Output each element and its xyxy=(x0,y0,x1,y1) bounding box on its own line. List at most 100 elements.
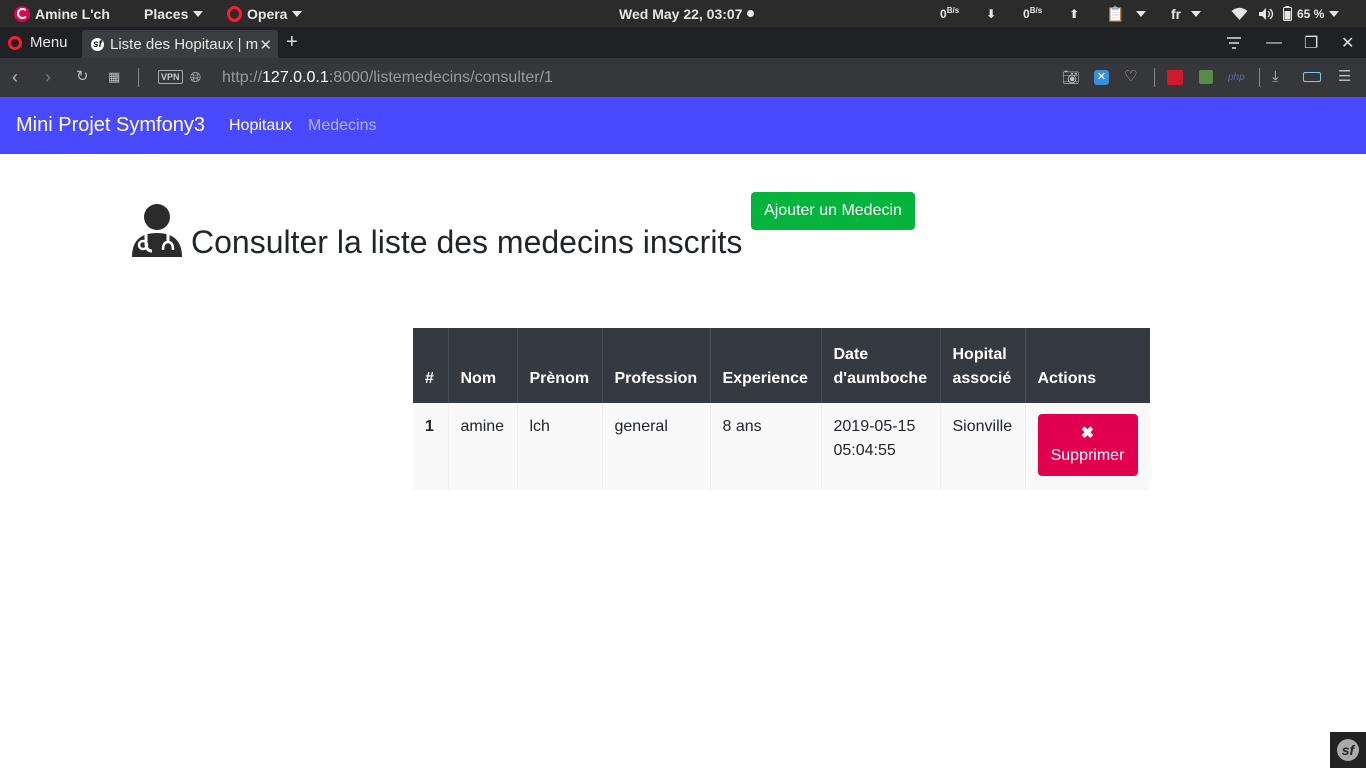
restore-icon: ❐ xyxy=(1304,34,1319,52)
symfony-favicon-icon: sf xyxy=(91,37,104,51)
cell-experience: 8 ans xyxy=(710,403,822,490)
header-experience: Experience xyxy=(710,328,822,403)
language-label: fr xyxy=(1171,5,1182,22)
globe-icon[interactable]: 🌐︎ xyxy=(190,68,201,86)
caret-down-icon xyxy=(1329,10,1340,17)
browser-tab-bar: Menu sf Liste des Hopitaux | m ✕ + — ❐ ✕ xyxy=(0,27,1366,58)
upload-arrow-icon: ⬆ xyxy=(1069,6,1080,21)
clock[interactable]: Wed May 22, 03:07 xyxy=(619,0,755,27)
camera-icon[interactable]: 📷︎ xyxy=(1062,68,1080,86)
battery-icon xyxy=(1283,6,1292,21)
net-down-value: 0 xyxy=(940,7,947,21)
notification-dot-icon xyxy=(747,10,755,17)
header-id: # xyxy=(413,328,449,403)
download-icon[interactable]: ⤓ xyxy=(1272,68,1279,86)
net-down-indicator: 0B/s ⬇ xyxy=(940,0,996,27)
user-doctor-icon xyxy=(132,204,182,257)
header-hopital: Hopital associé xyxy=(940,328,1026,403)
clipboard-menu[interactable]: 📋 xyxy=(1106,0,1146,27)
system-top-bar: Amine L'ch Places Opera Wed May 22, 03:0… xyxy=(0,0,1366,27)
header-actions: Actions xyxy=(1025,328,1150,403)
close-window-button[interactable]: ✕ xyxy=(1341,27,1354,58)
nav-link-medecins[interactable]: Medecins xyxy=(308,117,376,135)
cell-date: 2019-05-15 05:04:55 xyxy=(821,403,941,490)
cell-date-day: 2019-05-15 xyxy=(833,418,916,435)
forward-icon[interactable]: › xyxy=(45,68,51,86)
clipboard-icon: 📋 xyxy=(1106,5,1125,23)
new-tab-button[interactable]: + xyxy=(286,31,298,54)
system-status-menu[interactable]: 65 % xyxy=(1231,0,1340,27)
caret-down-icon xyxy=(1135,10,1146,17)
app-menu[interactable]: Opera xyxy=(227,0,303,27)
net-down-unit: B/s xyxy=(946,6,960,15)
net-up-indicator: 0B/s ⬆ xyxy=(1023,0,1079,27)
language-menu[interactable]: fr xyxy=(1171,0,1202,27)
minimize-icon: — xyxy=(1266,33,1282,51)
user-name: Amine L'ch xyxy=(35,5,110,22)
close-icon: ✕ xyxy=(1341,34,1355,52)
debian-logo-icon xyxy=(14,5,30,22)
header-date: Date d'aumboche xyxy=(821,328,941,403)
url-host: 127.0.0.1 xyxy=(262,68,329,86)
symfony-logo-icon: sf xyxy=(1337,739,1359,761)
cell-actions: ✖ Supprimer xyxy=(1025,403,1150,490)
times-icon: ✖ xyxy=(1080,425,1095,442)
download-arrow-icon: ⬇ xyxy=(986,6,997,21)
caret-down-icon xyxy=(193,10,204,17)
symfony-debug-toolbar-toggle[interactable]: sf xyxy=(1330,732,1366,768)
nav-link-hopitaux[interactable]: Hopitaux xyxy=(229,117,292,135)
opera-logo-icon xyxy=(227,5,242,22)
app-name: Opera xyxy=(247,5,288,22)
delete-button[interactable]: ✖ Supprimer xyxy=(1037,414,1138,476)
medecins-table: # Nom Prènom Profession Experience Date … xyxy=(413,328,1150,490)
battery-saver-icon[interactable] xyxy=(1303,72,1321,82)
add-medecin-button[interactable]: Ajouter un Medecin xyxy=(751,192,915,230)
extension-red-icon[interactable] xyxy=(1167,70,1183,85)
places-label: Places xyxy=(144,5,189,22)
cell-hopital: Sionville xyxy=(940,403,1026,490)
address-bar: ‹ › ↻ ▦ VPN 🌐︎ http:// 127.0.0.1 :8000/l… xyxy=(0,58,1366,97)
minimize-button[interactable]: — xyxy=(1266,27,1282,58)
places-menu[interactable]: Places xyxy=(144,0,204,27)
adblock-shield-icon[interactable]: ✕ xyxy=(1094,70,1109,85)
header-profession: Profession xyxy=(602,328,711,403)
speed-dial-icon[interactable]: ▦ xyxy=(108,68,120,86)
table-header-row: # Nom Prènom Profession Experience Date … xyxy=(413,328,1150,403)
back-icon[interactable]: ‹ xyxy=(12,68,18,86)
tab-menu-button[interactable] xyxy=(1226,27,1242,58)
page-title: Consulter la liste des medecins inscrits xyxy=(191,224,743,260)
delete-label: Supprimer xyxy=(1050,447,1125,464)
url-path: :8000/listemedecins/consulter/1 xyxy=(328,68,553,86)
user-menu[interactable]: Amine L'ch xyxy=(14,0,110,27)
cell-date-time: 05:04:55 xyxy=(833,442,896,459)
caret-down-icon xyxy=(1191,10,1202,17)
cell-id: 1 xyxy=(413,403,449,490)
easy-setup-icon[interactable]: ☰ xyxy=(1338,68,1351,86)
opera-menu-button[interactable]: Menu xyxy=(8,27,68,58)
caret-down-icon xyxy=(292,10,303,17)
navbar-brand[interactable]: Mini Projet Symfony3 xyxy=(16,114,205,137)
wifi-icon xyxy=(1231,7,1248,20)
extension-cube-icon[interactable] xyxy=(1199,70,1213,84)
heart-icon[interactable]: ♡ xyxy=(1124,68,1137,86)
site-navbar: Mini Projet Symfony3 Hopitaux Medecins xyxy=(0,97,1366,154)
net-up-value: 0 xyxy=(1023,7,1030,21)
header-prenom: Prènom xyxy=(517,328,603,403)
vpn-badge[interactable]: VPN xyxy=(158,70,183,84)
tab-list-icon xyxy=(1227,36,1241,49)
clock-text: Wed May 22, 03:07 xyxy=(619,5,743,22)
url-prefix: http:// xyxy=(222,68,263,86)
opera-menu-label: Menu xyxy=(30,34,68,51)
php-extension-icon[interactable]: php xyxy=(1228,69,1245,87)
browser-tab-active[interactable]: sf Liste des Hopitaux | m ✕ xyxy=(82,30,278,58)
cell-profession: general xyxy=(602,403,711,490)
net-up-unit: B/s xyxy=(1029,6,1043,15)
cell-prenom: lch xyxy=(517,403,603,490)
url-field[interactable]: http:// 127.0.0.1 :8000/listemedecins/co… xyxy=(222,58,553,97)
tab-close-icon[interactable]: ✕ xyxy=(259,36,272,54)
reload-icon[interactable]: ↻ xyxy=(76,68,89,86)
restore-button[interactable]: ❐ xyxy=(1304,27,1318,58)
header-nom: Nom xyxy=(448,328,518,403)
table-row: 1 amine lch general 8 ans 2019-05-15 05:… xyxy=(413,403,1150,490)
battery-percent: 65 % xyxy=(1297,6,1325,21)
